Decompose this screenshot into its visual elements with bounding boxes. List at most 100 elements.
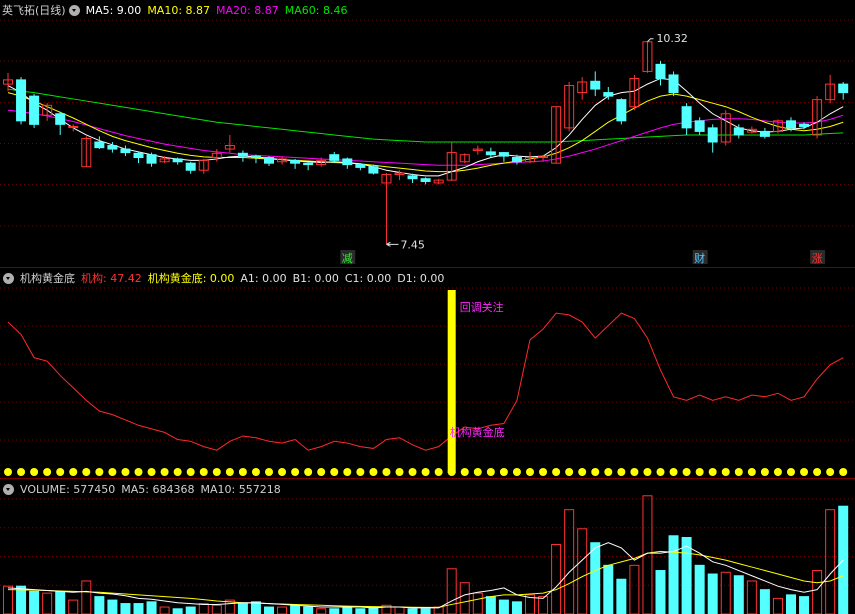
volume-bar <box>590 542 601 614</box>
volume-bar <box>511 601 522 614</box>
chevron-down-icon[interactable] <box>3 483 14 495</box>
volume-bar <box>733 575 744 614</box>
candle-body <box>303 162 314 166</box>
gold-dot <box>747 468 756 476</box>
indicator-title[interactable]: 机构黄金底 <box>20 270 75 286</box>
candle-body <box>172 158 183 163</box>
volume-bar <box>446 568 457 614</box>
gold-dot <box>225 468 234 476</box>
candle-body <box>733 127 744 136</box>
volume-bar <box>459 582 470 614</box>
candle-body <box>94 141 105 149</box>
d1-label: D1: 0.00 <box>397 271 445 285</box>
gold-dot <box>43 468 52 476</box>
volume-bar <box>355 608 366 614</box>
volume-bar <box>629 564 640 614</box>
gold-dot <box>669 468 678 476</box>
gold-dot <box>813 468 822 476</box>
gold-dot <box>121 468 130 476</box>
gold-dot <box>199 468 208 476</box>
volume-bar <box>759 589 770 614</box>
volume-bar <box>172 608 183 614</box>
gold-bar <box>447 290 456 473</box>
jg-line <box>7 312 844 451</box>
indicator-pane: 回调关注 机构黄金底 机构黄金底 机构: 47.42 机构黄金底: 0.00 A1… <box>0 268 855 478</box>
volume-bar <box>838 505 849 614</box>
volume-bar <box>55 590 66 614</box>
gold-dot <box>578 468 587 476</box>
volume-bar <box>407 608 418 614</box>
volume-bar <box>603 564 614 614</box>
candle-body <box>838 83 849 94</box>
event-marker: 减 <box>342 252 353 265</box>
gold-dot <box>212 468 221 476</box>
gold-dot <box>95 468 104 476</box>
volume-bar <box>799 596 810 614</box>
volume-bar <box>211 604 222 614</box>
volume-bar <box>668 535 679 614</box>
volume-title[interactable]: VOLUME: 577450 <box>20 483 115 496</box>
gold-dot <box>447 468 456 476</box>
volume-bar <box>577 528 588 614</box>
gold-dot <box>395 468 404 476</box>
gold-dot <box>695 468 704 476</box>
c1-label: C1: 0.00 <box>344 271 392 285</box>
candle-body <box>655 63 666 79</box>
volume-bar <box>342 606 353 614</box>
gold-dot <box>251 468 260 476</box>
vol-ma5-line <box>7 542 844 609</box>
vol-ma10-line <box>7 550 844 608</box>
gold-dot <box>486 468 495 476</box>
gold-dot <box>656 468 665 476</box>
ma60-line <box>7 88 844 143</box>
volume-bar <box>237 603 248 614</box>
candle-body <box>681 106 692 129</box>
gold-dot <box>4 468 12 476</box>
low-pointer <box>386 241 399 247</box>
volume-bar <box>616 578 627 614</box>
volume-bar <box>485 596 496 614</box>
volume-bar <box>290 604 301 614</box>
volume-bar <box>277 606 288 614</box>
gold-dot <box>734 468 743 476</box>
ma20-line <box>7 109 844 166</box>
volume-bar <box>498 599 509 614</box>
volume-bar <box>94 596 105 614</box>
gold-dot <box>826 468 835 476</box>
gold-dot <box>369 468 378 476</box>
volume-bar <box>29 590 40 614</box>
a1-label: A1: 0.00 <box>240 271 287 285</box>
chevron-down-icon[interactable] <box>68 4 80 16</box>
chevron-down-icon[interactable] <box>3 272 14 284</box>
low-price-label: 7.45 <box>400 238 425 251</box>
gold-dot <box>773 468 782 476</box>
candle-body <box>694 120 705 132</box>
volume-bar <box>825 509 836 614</box>
gold-dot <box>682 468 691 476</box>
gold-dot <box>604 468 613 476</box>
volume-bar <box>720 571 731 614</box>
gold-dot <box>186 468 195 476</box>
gold-dot <box>56 468 65 476</box>
gold-label: 机构黄金底: 0.00 <box>147 272 235 285</box>
gold-dot <box>643 468 652 476</box>
candle-body <box>485 151 496 156</box>
ma10-label: MA10: 8.87 <box>147 3 211 17</box>
volume-bar <box>786 594 796 614</box>
gold-dot <box>30 468 39 476</box>
volume-bar <box>42 592 53 614</box>
main-title[interactable]: 英飞拓(日线) <box>2 2 66 18</box>
volume-chart <box>0 495 855 614</box>
gold-dot <box>473 468 482 476</box>
volume-bar <box>81 580 92 614</box>
gold-dot <box>839 468 848 476</box>
volume-pane-header: VOLUME: 577450 MA5: 684368 MA10: 557218 <box>0 479 855 499</box>
candle-body <box>707 127 718 143</box>
gold-dot <box>356 468 365 476</box>
volume-bar <box>420 608 431 614</box>
volume-bar <box>120 603 131 614</box>
volume-bar <box>772 597 783 614</box>
candle-body <box>185 162 196 171</box>
volume-bar <box>185 606 196 614</box>
callback-annotation: 回调关注 <box>460 300 504 314</box>
